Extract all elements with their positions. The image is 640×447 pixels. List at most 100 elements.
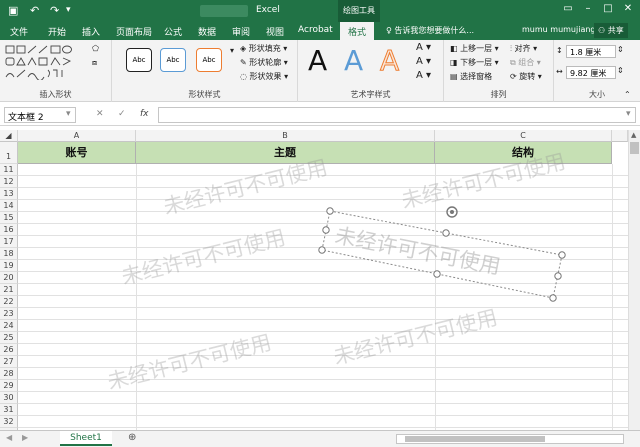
row-header[interactable]: 30 xyxy=(0,392,18,404)
minimize-icon[interactable]: – xyxy=(578,3,598,14)
resize-handle[interactable] xyxy=(549,294,557,302)
row-header[interactable]: 18 xyxy=(0,248,18,260)
scroll-left-icon[interactable]: ◀ xyxy=(6,433,12,442)
align-button[interactable]: ⫶ 对齐 ▾ xyxy=(510,43,537,54)
text-outline-icon[interactable]: A ▾ xyxy=(416,56,431,67)
undo-icon[interactable]: ↶ xyxy=(30,4,39,17)
cancel-icon[interactable]: ✕ xyxy=(96,109,104,119)
column-header-c[interactable]: C xyxy=(435,130,612,142)
text-box-content[interactable]: 未经许可不可使用 xyxy=(333,223,502,279)
row-header[interactable]: 31 xyxy=(0,404,18,416)
text-box-icon[interactable]: ⧈ xyxy=(92,58,97,68)
row-header[interactable]: 11 xyxy=(0,164,18,176)
row-header[interactable]: 13 xyxy=(0,188,18,200)
text-effects-icon[interactable]: A ▾ xyxy=(416,70,431,81)
height-spinner-icon[interactable]: ⇕ xyxy=(617,45,624,54)
wordart-blue[interactable]: A xyxy=(344,44,363,77)
row-header[interactable]: 28 xyxy=(0,368,18,380)
ribbon-options-icon[interactable]: ▭ xyxy=(558,3,578,14)
row-header[interactable]: 14 xyxy=(0,200,18,212)
user-name[interactable]: mumu mumujiang xyxy=(522,25,596,34)
row-header[interactable]: 32 xyxy=(0,416,18,428)
rotate-button[interactable]: ⟳ 旋转 ▾ xyxy=(510,71,542,82)
resize-handle[interactable] xyxy=(558,251,566,259)
horizontal-scrollbar[interactable] xyxy=(396,434,624,444)
row-header[interactable]: 15 xyxy=(0,212,18,224)
expand-formula-icon[interactable]: ▾ xyxy=(626,109,631,119)
row-header[interactable]: 21 xyxy=(0,284,18,296)
resize-handle[interactable] xyxy=(326,207,334,215)
collapse-ribbon-icon[interactable]: ⌃ xyxy=(624,90,631,99)
select-all-corner[interactable]: ◢ xyxy=(0,130,18,142)
maximize-icon[interactable]: □ xyxy=(598,3,618,14)
save-icon[interactable]: ▣ xyxy=(8,4,18,17)
row-header[interactable]: 27 xyxy=(0,356,18,368)
scroll-up-icon[interactable]: ▲ xyxy=(631,131,636,139)
group-button[interactable]: ⧉ 组合 ▾ xyxy=(510,57,541,68)
sheet-tab[interactable]: Sheet1 xyxy=(60,431,112,446)
tab-review[interactable]: 审阅 xyxy=(232,25,250,38)
tab-view[interactable]: 视图 xyxy=(266,25,284,38)
style-swatch-orange[interactable]: Abc xyxy=(196,48,222,72)
style-swatch-dark[interactable]: Abc xyxy=(126,48,152,72)
row-header[interactable]: 20 xyxy=(0,272,18,284)
row-header[interactable]: 12 xyxy=(0,176,18,188)
h-scroll-thumb[interactable] xyxy=(405,436,545,442)
resize-handle[interactable] xyxy=(554,272,562,280)
shape-fill-button[interactable]: ◈ 形状填充 ▾ xyxy=(240,43,287,54)
header-cell-account[interactable]: 账号 xyxy=(18,142,136,164)
resize-handle[interactable] xyxy=(318,246,326,254)
redo-icon[interactable]: ↷ xyxy=(50,4,59,17)
selected-text-box[interactable]: 未经许可不可使用 xyxy=(310,198,580,308)
row-header[interactable]: 22 xyxy=(0,296,18,308)
scroll-right-icon[interactable]: ▶ xyxy=(22,433,28,442)
send-backward-button[interactable]: ◨ 下移一层 ▾ xyxy=(450,57,499,68)
tell-me-box[interactable]: ♀ 告诉我您想要做什么... xyxy=(386,25,474,36)
resize-handle[interactable] xyxy=(433,270,441,278)
name-box-dropdown-icon[interactable]: ▾ xyxy=(66,109,71,119)
row-header[interactable]: 29 xyxy=(0,380,18,392)
gallery-more-icon[interactable]: ▾ xyxy=(230,46,234,55)
row-header[interactable]: 25 xyxy=(0,332,18,344)
tab-formulas[interactable]: 公式 xyxy=(164,25,182,38)
tab-format[interactable]: 格式 xyxy=(340,22,375,40)
quick-access-dropdown-icon[interactable]: ▾ xyxy=(66,5,71,15)
row-header[interactable]: 16 xyxy=(0,224,18,236)
wordart-orange[interactable]: A xyxy=(379,44,399,78)
tab-insert[interactable]: 插入 xyxy=(82,25,100,38)
row-header[interactable]: 17 xyxy=(0,236,18,248)
row-header[interactable]: 26 xyxy=(0,344,18,356)
edit-shape-icon[interactable]: ⬠ xyxy=(92,44,99,53)
shape-effects-button[interactable]: ◌ 形状效果 ▾ xyxy=(240,71,288,82)
row-header[interactable]: 19 xyxy=(0,260,18,272)
confirm-icon[interactable]: ✓ xyxy=(118,109,126,119)
formula-input[interactable] xyxy=(158,107,636,123)
tab-acrobat[interactable]: Acrobat xyxy=(298,25,333,35)
rotate-handle-icon[interactable] xyxy=(446,206,458,218)
tab-home[interactable]: 开始 xyxy=(48,25,66,38)
height-input[interactable]: 1.8 厘米 xyxy=(566,45,616,58)
row-header[interactable]: 23 xyxy=(0,308,18,320)
column-header-b[interactable]: B xyxy=(136,130,435,142)
add-sheet-icon[interactable]: ⊕ xyxy=(128,432,136,443)
text-fill-icon[interactable]: A ▾ xyxy=(416,42,431,53)
shape-outline-button[interactable]: ✎ 形状轮廓 ▾ xyxy=(240,57,288,68)
column-header-d[interactable] xyxy=(612,130,628,142)
resize-handle[interactable] xyxy=(442,229,450,237)
tab-file[interactable]: 文件 xyxy=(10,25,28,38)
scroll-thumb[interactable] xyxy=(630,142,639,154)
style-swatch-blue[interactable]: Abc xyxy=(160,48,186,72)
insert-function-icon[interactable]: fx xyxy=(140,109,149,119)
shapes-gallery[interactable] xyxy=(4,44,92,80)
share-button[interactable]: ⚇ 共享 xyxy=(594,23,628,38)
close-icon[interactable]: ✕ xyxy=(618,3,638,14)
width-spinner-icon[interactable]: ⇕ xyxy=(617,66,624,75)
row-header[interactable]: 24 xyxy=(0,320,18,332)
vertical-scrollbar[interactable]: ▲ xyxy=(628,130,640,430)
row-header[interactable]: 1 xyxy=(0,142,18,164)
column-header-a[interactable]: A xyxy=(18,130,136,142)
selection-pane-button[interactable]: ▤ 选择窗格 xyxy=(450,71,492,82)
wordart-black[interactable]: A xyxy=(308,44,327,77)
width-input[interactable]: 9.82 厘米 xyxy=(566,66,616,79)
bring-forward-button[interactable]: ◧ 上移一层 ▾ xyxy=(450,43,499,54)
